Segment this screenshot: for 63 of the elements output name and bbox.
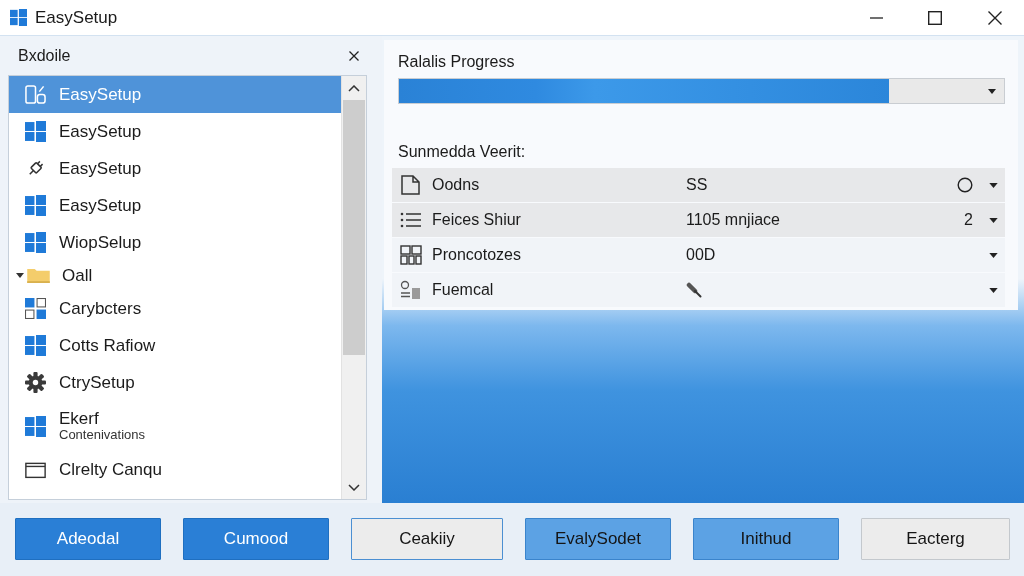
table-row[interactable]: Oodns SS [392, 168, 1005, 202]
maximize-icon[interactable] [928, 10, 942, 25]
table-row[interactable]: Proncotozes 00D [392, 238, 1005, 272]
minimize-icon[interactable] [870, 16, 883, 19]
action-button[interactable]: Eacterg [861, 518, 1010, 560]
close-icon[interactable] [988, 10, 1002, 25]
gear-icon [25, 372, 46, 393]
scrollbar-track[interactable] [341, 76, 366, 499]
list-item[interactable]: Ekerf Contenivations [9, 401, 341, 451]
row-value: 00D [686, 246, 716, 264]
scroll-down-icon[interactable] [348, 484, 360, 491]
window-title: EasySetup [35, 7, 118, 28]
list-item[interactable]: EasySetup [9, 150, 341, 187]
devices-icon [25, 84, 46, 105]
grid-icon [400, 245, 422, 265]
item-subtitle: Contenivations [59, 428, 145, 442]
list-item[interactable]: WiopSelup [9, 224, 341, 261]
list-item[interactable]: Clrelty Canqu [9, 451, 341, 488]
list-item[interactable]: CtrySetup [9, 364, 341, 401]
action-button[interactable]: Cumood [183, 518, 329, 560]
brush-icon [686, 282, 702, 298]
action-button[interactable]: Ceakiiy [351, 518, 503, 560]
caret-icon[interactable] [988, 89, 996, 94]
action-button[interactable]: EvalySodet [525, 518, 671, 560]
scrollbar-thumb[interactable] [343, 100, 365, 355]
tree-group-item[interactable]: Oall [9, 261, 341, 290]
panel-title: Bxdoile [18, 46, 71, 65]
progress-label: Ralalis Progress [398, 52, 515, 72]
row-label: Oodns [432, 176, 480, 194]
list-item[interactable]: Cotts Rafiow [9, 327, 341, 364]
row-value: SS [686, 176, 708, 194]
windows-logo-icon [10, 9, 27, 26]
dropdown-caret-icon[interactable] [989, 252, 998, 258]
table-row[interactable]: Fuemcal [392, 273, 1005, 307]
list-item[interactable]: Carybcters [9, 290, 341, 327]
windows-logo-icon [25, 121, 46, 142]
document-icon [400, 175, 422, 195]
dropdown-caret-icon[interactable] [989, 182, 998, 188]
table-row[interactable]: Feices Shiur 1105 mnjiace 2 [392, 203, 1005, 237]
row-value: 1105 mnjiace [686, 211, 780, 229]
row-label: Proncotozes [432, 246, 521, 264]
circle-icon[interactable] [957, 177, 973, 193]
scroll-up-icon[interactable] [348, 85, 360, 92]
list-item[interactable]: EasySetup [9, 187, 341, 224]
action-button[interactable]: Adeodal [15, 518, 161, 560]
list-icon [400, 210, 422, 230]
list-item[interactable]: EasySetup [9, 113, 341, 150]
section-label: Sunmedda Veerit: [398, 142, 526, 162]
dropdown-caret-icon[interactable] [989, 287, 998, 293]
windows-logo-icon [25, 232, 46, 253]
windows-logo-icon [25, 335, 46, 356]
device-icon [400, 280, 422, 300]
close-icon[interactable] [349, 50, 359, 61]
row-count: 2 [964, 211, 973, 229]
row-label: Fuemcal [432, 281, 494, 299]
row-label: Feices Shiur [432, 211, 521, 229]
folder-icon [27, 268, 50, 283]
expand-arrow-icon[interactable] [16, 273, 24, 278]
windows-logo-icon [25, 195, 46, 216]
action-button[interactable]: Inithud [693, 518, 839, 560]
tiles-icon [25, 298, 46, 319]
windows-logo-icon [25, 415, 46, 437]
dropdown-caret-icon[interactable] [989, 217, 998, 223]
